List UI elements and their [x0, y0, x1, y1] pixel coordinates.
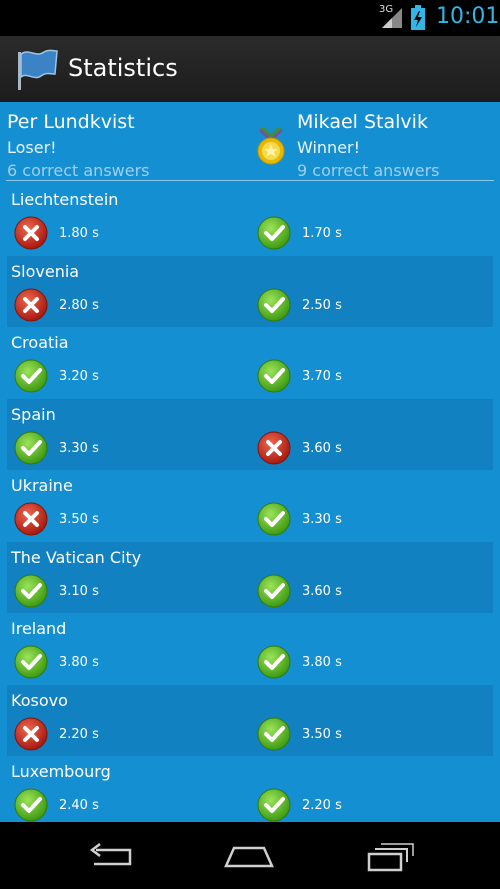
- answer-time: 3.50 s: [302, 726, 342, 742]
- list-item[interactable]: The Vatican City 3.10 s 3.60 s: [7, 541, 493, 613]
- list-item[interactable]: Kosovo 2.20 s 3.50 s: [7, 684, 493, 756]
- battery-icon: [411, 5, 425, 30]
- answer-time: 1.70 s: [302, 226, 342, 241]
- answer-time: 2.80 s: [59, 297, 99, 313]
- list-item[interactable]: Croatia 3.20 s 3.70 s: [7, 327, 493, 399]
- answer-time: 2.20 s: [59, 726, 99, 742]
- player-status: Loser!: [7, 138, 57, 157]
- check-icon: [14, 645, 48, 679]
- player-correct-count: 6 correct answers: [7, 161, 150, 180]
- check-icon: [257, 502, 291, 536]
- check-icon: [257, 216, 291, 250]
- navigation-bar: [0, 822, 500, 889]
- answer-time: 3.80 s: [59, 655, 99, 670]
- check-icon: [257, 574, 291, 608]
- answer-time: 3.70 s: [302, 369, 342, 384]
- cross-icon: [14, 288, 48, 322]
- answer-time: 2.20 s: [302, 798, 342, 813]
- player-two-summary: Mikael Stalvik Winner! 9 correct answers: [297, 108, 440, 182]
- answer-time: 2.40 s: [59, 798, 99, 813]
- country-name: Ireland: [11, 619, 67, 638]
- list-item[interactable]: Liechtenstein 1.80 s 1.70 s: [7, 184, 493, 256]
- cross-icon: [257, 431, 291, 465]
- check-icon: [14, 574, 48, 608]
- country-name: Slovenia: [11, 261, 80, 281]
- flag-icon[interactable]: [14, 46, 60, 92]
- recent-apps-icon[interactable]: [365, 840, 415, 872]
- answer-time: 3.50 s: [59, 512, 99, 527]
- country-name: Liechtenstein: [11, 190, 119, 209]
- list-item[interactable]: Slovenia 2.80 s 2.50 s: [7, 255, 493, 327]
- action-bar: Statistics: [0, 36, 500, 104]
- country-name: Spain: [11, 404, 56, 424]
- answer-time: 3.60 s: [302, 583, 342, 599]
- check-icon: [14, 359, 48, 393]
- check-icon: [14, 431, 48, 465]
- list-item[interactable]: Ukraine 3.50 s 3.30 s: [7, 470, 493, 542]
- country-name: Kosovo: [11, 690, 68, 710]
- cross-icon: [14, 216, 48, 250]
- player-name: Mikael Stalvik: [297, 111, 428, 133]
- cross-icon: [14, 502, 48, 536]
- list-item[interactable]: Spain 3.30 s 3.60 s: [7, 398, 493, 470]
- country-name: Luxembourg: [11, 762, 111, 781]
- status-clock: 10:01: [436, 4, 500, 29]
- answer-time: 2.50 s: [302, 297, 342, 313]
- check-icon: [14, 788, 48, 822]
- signal-icon: [382, 8, 402, 28]
- country-name: The Vatican City: [11, 547, 142, 567]
- check-icon: [257, 288, 291, 322]
- check-icon: [257, 788, 291, 822]
- player-name: Per Lundkvist: [7, 111, 135, 133]
- player-correct-count: 9 correct answers: [297, 161, 440, 180]
- page-title: Statistics: [68, 54, 178, 82]
- list-item[interactable]: Ireland 3.80 s 3.80 s: [7, 613, 493, 685]
- answer-time: 3.30 s: [59, 440, 99, 456]
- back-icon[interactable]: [86, 840, 136, 872]
- check-icon: [257, 717, 291, 751]
- answer-time: 3.60 s: [302, 440, 342, 456]
- status-bar: 3G 10:01: [0, 0, 500, 36]
- header-divider: [6, 180, 494, 181]
- player-status: Winner!: [297, 138, 361, 157]
- cross-icon: [14, 717, 48, 751]
- player-one-summary: Per Lundkvist Loser! 6 correct answers: [7, 108, 150, 182]
- check-icon: [257, 645, 291, 679]
- medal-icon: [257, 128, 285, 165]
- answer-time: 3.20 s: [59, 369, 99, 384]
- country-name: Croatia: [11, 333, 69, 352]
- home-icon[interactable]: [224, 840, 274, 872]
- answer-time: 3.30 s: [302, 512, 342, 527]
- list-item[interactable]: Luxembourg 2.40 s 2.20 s: [7, 756, 493, 822]
- answers-list[interactable]: Liechtenstein 1.80 s 1.70 s Slovenia 2.80 s 2…: [7, 184, 493, 822]
- country-name: Ukraine: [11, 476, 73, 495]
- answer-time: 3.80 s: [302, 655, 342, 670]
- answer-time: 3.10 s: [59, 583, 99, 599]
- answer-time: 1.80 s: [59, 226, 99, 241]
- check-icon: [257, 359, 291, 393]
- statistics-content[interactable]: Per Lundkvist Loser! 6 correct answers M…: [0, 102, 500, 822]
